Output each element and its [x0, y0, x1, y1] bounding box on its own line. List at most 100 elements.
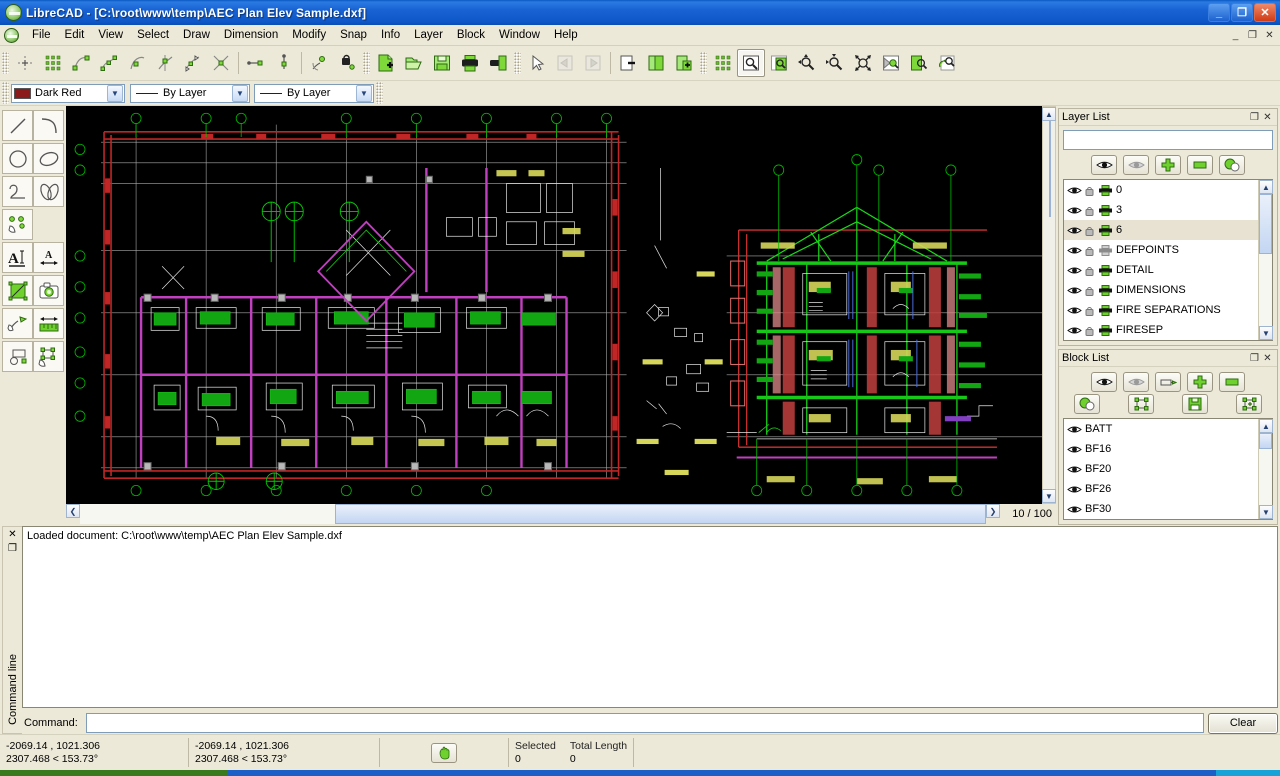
layer-print-icon[interactable] — [1098, 185, 1113, 196]
layer-print-icon[interactable] — [1098, 325, 1113, 336]
mdi-close-button[interactable]: ✕ — [1262, 28, 1277, 42]
toolbar-grip[interactable] — [376, 82, 383, 104]
text-tool-icon[interactable]: A — [2, 242, 33, 273]
hatch-tool-icon[interactable] — [2, 275, 33, 306]
pan-hand-icon[interactable] — [431, 743, 457, 763]
toolbar-grip[interactable] — [363, 52, 370, 74]
command-line-close-button[interactable]: ✕ — [6, 527, 20, 541]
zoom-auto-icon[interactable] — [849, 49, 877, 77]
layer-lock-icon[interactable] — [1085, 265, 1094, 276]
list-item[interactable]: BF16 — [1064, 439, 1258, 459]
layer-lock-icon[interactable] — [1085, 225, 1094, 236]
lock-relative-zero-icon[interactable] — [333, 49, 361, 77]
menu-block[interactable]: Block — [450, 27, 492, 43]
layer-scroll-thumb[interactable] — [1259, 194, 1272, 254]
print-icon[interactable] — [456, 49, 484, 77]
zoom-out-icon[interactable] — [821, 49, 849, 77]
layer-search-input[interactable] — [1063, 130, 1273, 150]
edit-layer-icon[interactable] — [1219, 155, 1245, 175]
undo-icon[interactable] — [551, 49, 579, 77]
menu-info[interactable]: Info — [374, 27, 407, 43]
layer-lock-icon[interactable] — [1085, 185, 1094, 196]
line-tool-icon[interactable] — [2, 110, 33, 141]
polyline-tool-icon[interactable] — [33, 176, 64, 207]
list-item[interactable]: FIRE SEPARATIONS — [1064, 300, 1258, 320]
layer-visibility-icon[interactable] — [1067, 185, 1082, 196]
clear-button[interactable]: Clear — [1208, 713, 1278, 734]
block-list-undock-button[interactable]: ❐ — [1248, 352, 1261, 365]
image-tool-icon[interactable] — [33, 275, 64, 306]
scroll-left-arrow-icon[interactable]: ❮ — [66, 504, 80, 518]
menu-snap[interactable]: Snap — [333, 27, 374, 43]
layer-print-icon[interactable] — [1098, 245, 1113, 256]
window-minimize-button[interactable]: _ — [1208, 3, 1230, 22]
layer-lock-icon[interactable] — [1085, 325, 1094, 336]
layer-visibility-icon[interactable] — [1067, 285, 1082, 296]
list-item[interactable]: BATT — [1064, 419, 1258, 439]
entity-tool-icon[interactable] — [2, 341, 33, 372]
toolbar-grip[interactable] — [514, 52, 521, 74]
menu-edit[interactable]: Edit — [58, 27, 92, 43]
snap-intersection-icon[interactable] — [207, 49, 235, 77]
add-block-icon[interactable] — [1187, 372, 1213, 392]
scroll-down-arrow-icon[interactable]: ▼ — [1042, 489, 1056, 503]
chevron-down-icon[interactable]: ▼ — [356, 85, 372, 102]
mdi-minimize-button[interactable]: _ — [1228, 28, 1243, 42]
layer-list-box[interactable]: 0 3 6 — [1063, 179, 1273, 341]
layer-list-undock-button[interactable]: ❐ — [1248, 111, 1261, 124]
window-restore-button[interactable]: ❐ — [1231, 3, 1253, 22]
menu-layer[interactable]: Layer — [407, 27, 450, 43]
cut-icon[interactable] — [614, 49, 642, 77]
zoom-in-icon[interactable] — [793, 49, 821, 77]
hscroll-thumb[interactable] — [335, 504, 986, 524]
hide-all-layers-icon[interactable] — [1123, 155, 1149, 175]
list-item[interactable]: 6 — [1064, 220, 1258, 240]
modify-tool-icon[interactable] — [33, 341, 64, 372]
list-item[interactable]: 0 — [1064, 180, 1258, 200]
scroll-down-arrow-icon[interactable]: ▼ — [1259, 505, 1273, 519]
pointer-icon[interactable] — [523, 49, 551, 77]
redo-icon[interactable] — [579, 49, 607, 77]
layer-print-icon[interactable] — [1098, 285, 1113, 296]
block-visibility-icon[interactable] — [1067, 424, 1082, 435]
list-item[interactable]: FIRESEP — [1064, 320, 1258, 340]
create-block-icon[interactable] — [1236, 394, 1262, 414]
list-item[interactable]: 3 — [1064, 200, 1258, 220]
list-item[interactable]: DIMENSIONS — [1064, 280, 1258, 300]
chevron-down-icon[interactable]: ▼ — [107, 85, 123, 102]
block-scroll-track[interactable] — [1259, 433, 1272, 505]
menu-modify[interactable]: Modify — [285, 27, 333, 43]
zoom-page-icon[interactable] — [765, 49, 793, 77]
window-close-button[interactable]: ✕ — [1254, 3, 1276, 22]
hscroll-track[interactable] — [80, 504, 986, 524]
block-visibility-icon[interactable] — [1067, 504, 1082, 515]
scroll-up-arrow-icon[interactable]: ▲ — [1042, 107, 1056, 121]
circle-tool-icon[interactable] — [2, 143, 33, 174]
snap-free-icon[interactable] — [11, 49, 39, 77]
linetype-combo[interactable]: By Layer ▼ — [254, 84, 374, 103]
layer-list-scrollbar[interactable]: ▲ ▼ — [1258, 180, 1272, 340]
layer-visibility-icon[interactable] — [1067, 325, 1082, 336]
hide-all-blocks-icon[interactable] — [1123, 372, 1149, 392]
block-visibility-icon[interactable] — [1067, 464, 1082, 475]
layer-visibility-icon[interactable] — [1067, 305, 1082, 316]
list-item[interactable]: BF26 — [1064, 479, 1258, 499]
layer-visibility-icon[interactable] — [1067, 205, 1082, 216]
menu-file[interactable]: File — [25, 27, 58, 43]
snap-center-icon[interactable] — [123, 49, 151, 77]
toolbar-grip[interactable] — [700, 52, 707, 74]
zoom-window-icon[interactable] — [737, 49, 765, 77]
remove-block-icon[interactable] — [1219, 372, 1245, 392]
cad-drawing-canvas[interactable] — [66, 106, 1042, 504]
layer-lock-icon[interactable] — [1085, 245, 1094, 256]
list-item[interactable]: BF20 — [1064, 459, 1258, 479]
scroll-up-arrow-icon[interactable]: ▲ — [1259, 419, 1273, 433]
toolbar-grip[interactable] — [2, 82, 9, 104]
layer-lock-icon[interactable] — [1085, 205, 1094, 216]
ellipse-tool-icon[interactable] — [33, 143, 64, 174]
insert-block-icon[interactable] — [1128, 394, 1154, 414]
add-layer-icon[interactable] — [1155, 155, 1181, 175]
block-list-scrollbar[interactable]: ▲ ▼ — [1258, 419, 1272, 519]
rename-block-icon[interactable] — [1155, 372, 1181, 392]
layer-list-close-button[interactable]: ✕ — [1261, 111, 1274, 124]
